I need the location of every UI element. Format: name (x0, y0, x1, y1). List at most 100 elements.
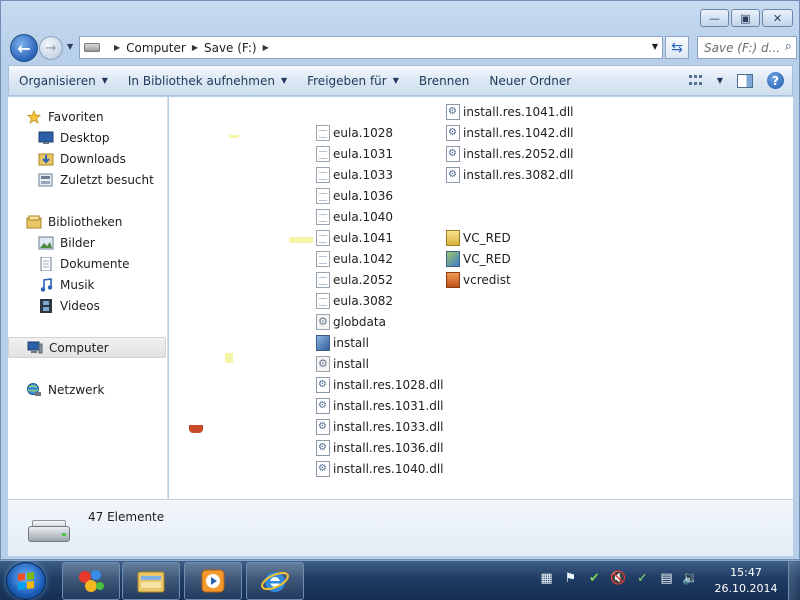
chevron-right-icon[interactable]: ▶ (114, 43, 120, 52)
nav-downloads[interactable]: Downloads (8, 148, 166, 169)
preview-pane-icon[interactable] (737, 73, 753, 88)
help-icon[interactable]: ? (767, 72, 784, 89)
speaker-mute-icon[interactable]: 🔇 (610, 570, 627, 586)
nav-network-label: Netzwerk (48, 382, 105, 397)
tray-app-icon[interactable]: ▦ (538, 570, 555, 586)
file-name: install.res.1028.dll (333, 377, 444, 392)
breadcrumb-computer[interactable]: Computer (126, 41, 186, 55)
search-icon: ⌕ (784, 39, 792, 54)
back-button[interactable]: ← (10, 34, 38, 62)
list-item[interactable]: install.res.1042.dll (446, 123, 574, 142)
file-name: VC_RED (463, 230, 511, 245)
list-item[interactable]: install (316, 333, 369, 352)
list-item[interactable]: eula.1031 (316, 144, 393, 163)
update-check-icon[interactable]: ✓ (634, 570, 651, 586)
organize-label: Organisieren (19, 73, 96, 88)
list-item[interactable]: VC_RED (446, 249, 511, 268)
file-name: install.res.1031.dll (333, 398, 444, 413)
windows-logo-icon (18, 572, 34, 590)
change-view-icon[interactable] (688, 74, 703, 87)
msi-package-icon (446, 250, 460, 267)
volume-icon[interactable]: 🔉 (682, 570, 699, 586)
file-name: eula.1028 (333, 125, 394, 140)
list-item[interactable]: eula.1036 (316, 186, 393, 205)
address-history-dropdown[interactable]: ▼ (652, 42, 658, 51)
list-item[interactable]: VC_RED (446, 228, 511, 247)
forward-button[interactable]: → (39, 36, 63, 60)
minimize-button[interactable]: — (700, 9, 729, 27)
restore-icon: ▣ (740, 11, 751, 25)
share-with-menu[interactable]: Freigeben für ▼ (297, 74, 409, 88)
list-item[interactable]: install.res.1028.dll (316, 375, 444, 394)
list-item[interactable]: eula.1033 (316, 165, 393, 184)
organize-menu[interactable]: Organisieren ▼ (9, 74, 118, 88)
chevron-right-icon[interactable]: ▶ (263, 43, 269, 52)
taskbar-media-player[interactable] (184, 562, 242, 600)
file-name: vcredist (463, 272, 511, 287)
libraries-icon (26, 215, 42, 228)
list-item[interactable]: install.res.1031.dll (316, 396, 444, 415)
list-item[interactable]: eula.2052 (316, 270, 393, 289)
nav-videos[interactable]: Videos (8, 295, 166, 316)
maximize-button[interactable]: ▣ (731, 9, 760, 27)
document-icon (316, 208, 330, 225)
burn-button[interactable]: Brennen (409, 74, 479, 88)
recent-places-icon (38, 173, 53, 186)
taskbar-internet-explorer[interactable] (246, 562, 304, 600)
explorer-window: — ▣ ✕ ← → ▼ ▶ Computer ▶ Save (F:) ▶ ▼ ⇆… (0, 0, 800, 560)
list-item[interactable]: install.res.1041.dll (446, 102, 574, 121)
list-item[interactable]: install.res.1036.dll (316, 438, 444, 457)
view-dropdown-icon[interactable]: ▼ (717, 76, 723, 85)
close-button[interactable]: ✕ (762, 9, 793, 27)
taskbar-app-colorful[interactable] (62, 562, 120, 600)
list-item[interactable]: globdata (316, 312, 386, 331)
command-bar: Organisieren ▼ In Bibliothek aufnehmen ▼ F… (8, 65, 793, 96)
recent-pages-dropdown[interactable]: ▼ (67, 42, 73, 51)
system-clock[interactable]: 15:47 26.10.2014 (706, 565, 786, 597)
network-status-icon[interactable]: ▤ (658, 570, 675, 586)
list-item[interactable]: install.res.1040.dll (316, 459, 444, 478)
security-shield-icon[interactable]: ✔ (586, 570, 603, 586)
include-in-library-menu[interactable]: In Bibliothek aufnehmen ▼ (118, 74, 297, 88)
system-tray: ▦ ⚑ ✔ 🔇 ✓ ▤ 🔉 (538, 570, 699, 586)
nav-favorites[interactable]: Favoriten (8, 106, 166, 127)
new-folder-button[interactable]: Neuer Ordner (479, 74, 581, 88)
action-center-flag-icon[interactable]: ⚑ (562, 570, 579, 586)
list-item[interactable]: eula.1040 (316, 207, 393, 226)
nav-documents[interactable]: Dokumente (8, 253, 166, 274)
show-desktop-button[interactable] (788, 561, 800, 600)
list-item[interactable]: install.res.2052.dll (446, 144, 574, 163)
refresh-button[interactable]: ⇆ (665, 36, 689, 59)
document-icon (316, 187, 330, 204)
taskbar-explorer[interactable] (122, 562, 180, 600)
close-icon: ✕ (772, 11, 783, 25)
breadcrumb-save-drive[interactable]: Save (F:) (204, 41, 257, 55)
nav-music[interactable]: Musik (8, 274, 166, 295)
file-list[interactable]: eula.1028 eula.1031 eula.1033 eula.1036 … (169, 97, 793, 499)
list-item[interactable]: install (316, 354, 369, 373)
list-item[interactable]: eula.1028 (316, 123, 393, 142)
chevron-right-icon[interactable]: ▶ (192, 43, 198, 52)
file-name: eula.1036 (333, 188, 394, 203)
list-item[interactable]: install.res.1033.dll (316, 417, 444, 436)
list-item[interactable]: eula.3082 (316, 291, 393, 310)
list-item[interactable]: vcredist (446, 270, 511, 289)
nav-recent[interactable]: Zuletzt besucht (8, 169, 166, 190)
list-item[interactable]: install.res.3082.dll (446, 165, 574, 184)
nav-desktop[interactable]: Desktop (8, 127, 166, 148)
address-bar[interactable]: ▶ Computer ▶ Save (F:) ▶ ▼ (79, 36, 663, 59)
nav-pictures[interactable]: Bilder (8, 232, 166, 253)
dll-icon (316, 397, 330, 414)
list-item[interactable]: eula.1042 (316, 249, 393, 268)
document-icon (316, 166, 330, 183)
list-item[interactable]: eula.1041 (316, 228, 393, 247)
start-button[interactable] (6, 562, 46, 600)
artifact-smudge (289, 237, 313, 243)
title-bar[interactable]: — ▣ ✕ (1, 1, 799, 31)
settings-file-icon (316, 313, 330, 330)
search-input[interactable]: Save (F:) d... ⌕ (697, 36, 797, 59)
nav-computer[interactable]: Computer (8, 337, 166, 358)
nav-libraries[interactable]: Bibliotheken (8, 211, 166, 232)
file-name: globdata (333, 314, 386, 329)
nav-network[interactable]: Netzwerk (8, 379, 166, 400)
